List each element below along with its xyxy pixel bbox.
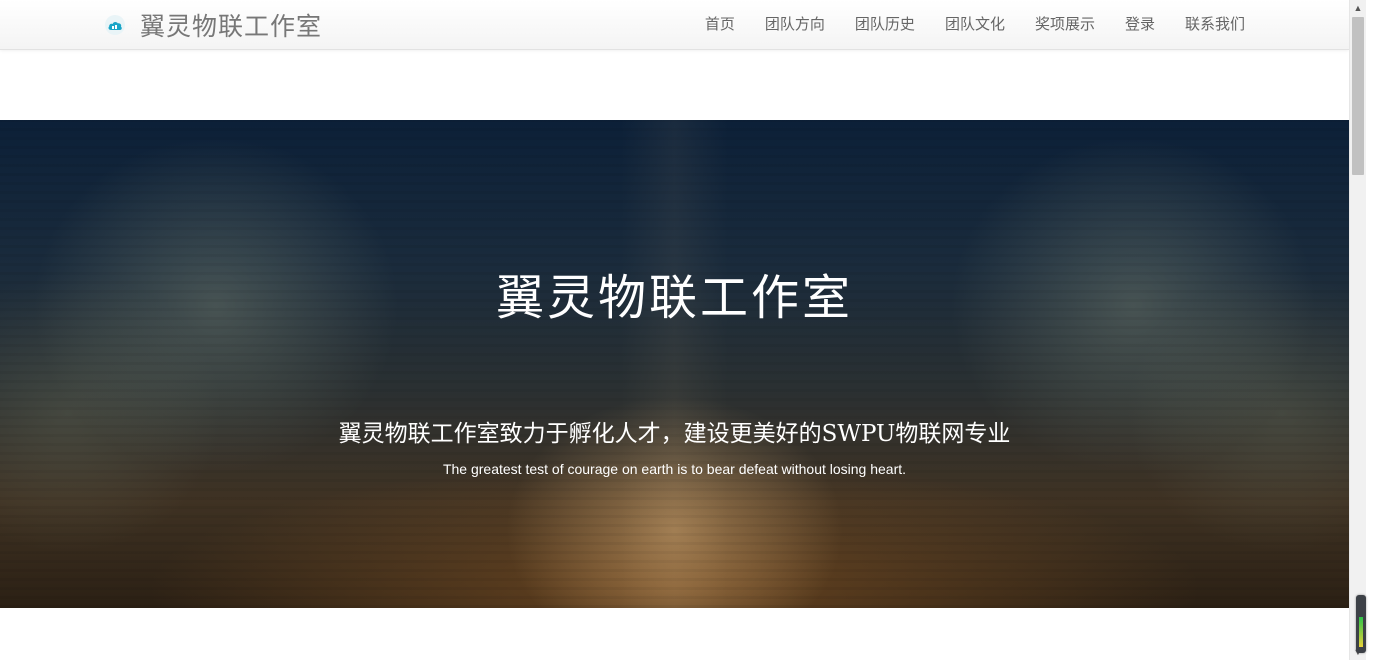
nav-item-history[interactable]: 团队历史 <box>855 0 915 50</box>
hero-title: 翼灵物联工作室 <box>495 270 853 326</box>
nav-item-direction[interactable]: 团队方向 <box>765 0 825 50</box>
level-meter-icon <box>1359 617 1363 647</box>
nav-menu: 首页 团队方向 团队历史 团队文化 奖项展示 登录 联系我们 <box>705 0 1245 50</box>
hero-quote: The greatest test of courage on earth is… <box>442 461 907 477</box>
nav-item-awards[interactable]: 奖项展示 <box>1035 0 1095 50</box>
nav-item-home[interactable]: 首页 <box>705 0 735 50</box>
hero-subtitle: 翼灵物联工作室致力于孵化人才，建设更美好的SWPU物联网专业 <box>338 421 1011 447</box>
hero-banner: 翼灵物联工作室 翼灵物联工作室致力于孵化人才，建设更美好的SWPU物联网专业 T… <box>0 120 1349 608</box>
page: 翼灵物联工作室 首页 团队方向 团队历史 团队文化 奖项展示 登录 联系我们 翼… <box>0 0 1349 660</box>
nav-item-contact[interactable]: 联系我们 <box>1185 0 1245 50</box>
vertical-scrollbar[interactable]: ▲ ▼ <box>1349 0 1366 660</box>
nav-item-login[interactable]: 登录 <box>1125 0 1155 50</box>
brand-name: 翼灵物联工作室 <box>140 12 323 41</box>
scroll-up-arrow-icon[interactable]: ▲ <box>1350 0 1366 16</box>
navbar: 翼灵物联工作室 首页 团队方向 团队历史 团队文化 奖项展示 登录 联系我们 <box>0 0 1349 50</box>
nav-item-culture[interactable]: 团队文化 <box>945 0 1005 50</box>
brand-link[interactable]: 翼灵物联工作室 <box>105 8 322 42</box>
cloud-icon <box>105 15 125 35</box>
scroll-thumb[interactable] <box>1352 17 1364 175</box>
side-level-widget <box>1356 595 1366 653</box>
hero-background-image <box>0 120 1349 608</box>
